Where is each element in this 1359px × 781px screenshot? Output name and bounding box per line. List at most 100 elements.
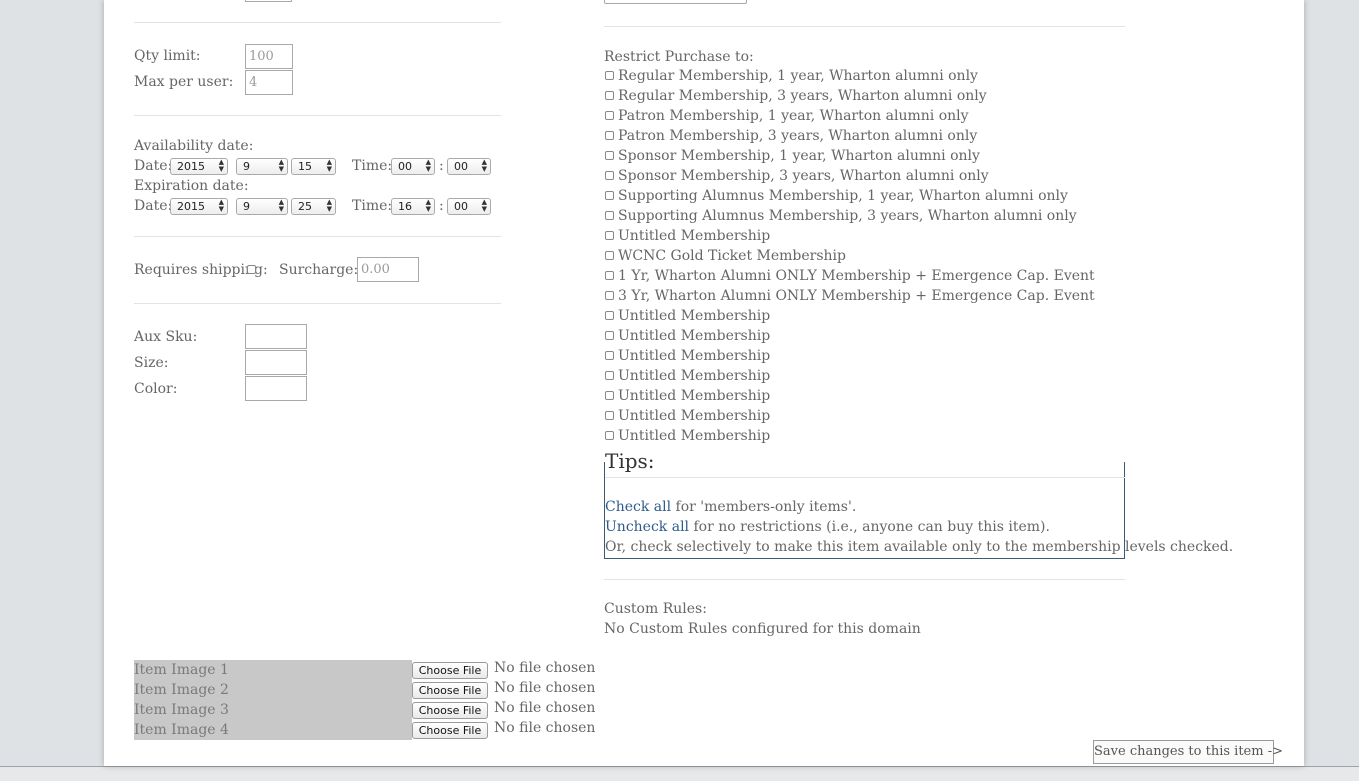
membership-option-label: Regular Membership, 1 year, Wharton alum…	[618, 68, 978, 84]
aux-sku-label: Aux Sku:	[134, 329, 198, 345]
check-all-link[interactable]: Check all	[605, 499, 671, 515]
color-input[interactable]	[245, 376, 307, 401]
availability-minute-select[interactable]: 00 ▲ ▼	[447, 158, 491, 175]
color-label: Color:	[134, 381, 178, 397]
availability-hour-select[interactable]: 00 ▲ ▼	[391, 158, 435, 175]
qty-limit-input[interactable]	[245, 44, 293, 69]
tips-title: Tips:	[605, 449, 659, 473]
membership-option-label: Sponsor Membership, 3 years, Wharton alu…	[618, 168, 989, 184]
file-status-4: No file chosen	[494, 720, 596, 736]
expiration-month-select[interactable]: 9 ▲ ▼	[236, 198, 288, 215]
membership-list: Regular Membership, 1 year, Wharton alum…	[604, 66, 1124, 446]
custom-rules-label: Custom Rules:	[604, 601, 707, 617]
size-input[interactable]	[245, 350, 307, 375]
membership-checkbox[interactable]	[605, 91, 614, 100]
divider	[134, 236, 501, 237]
divider	[604, 579, 1125, 580]
file-status-3: No file chosen	[494, 700, 596, 716]
membership-option-label: Supporting Alumnus Membership, 3 years, …	[618, 208, 1077, 224]
restrict-purchase-label: Restrict Purchase to:	[604, 49, 754, 65]
membership-checkbox[interactable]	[605, 331, 614, 340]
membership-checkbox[interactable]	[605, 351, 614, 360]
tips-selective-text: Or, check selectively to make this item …	[605, 539, 1234, 555]
item-image-4-label: Item Image 4	[134, 720, 412, 740]
membership-option-label: Untitled Membership	[618, 388, 771, 404]
availability-month-select[interactable]: 9 ▲ ▼	[236, 158, 288, 175]
membership-checkbox[interactable]	[605, 231, 614, 240]
membership-checkbox[interactable]	[605, 171, 614, 180]
membership-checkbox[interactable]	[605, 411, 614, 420]
membership-checkbox[interactable]	[605, 271, 614, 280]
membership-checkbox[interactable]	[605, 211, 614, 220]
membership-checkbox[interactable]	[605, 431, 614, 440]
uncheck-all-text: for no restrictions (i.e., anyone can bu…	[689, 519, 1050, 535]
aux-sku-input[interactable]	[245, 324, 307, 349]
choose-file-button-2[interactable]: Choose File	[412, 682, 488, 699]
membership-option-label: Sponsor Membership, 1 year, Wharton alum…	[618, 148, 980, 164]
membership-checkbox[interactable]	[605, 291, 614, 300]
membership-option-label: Untitled Membership	[618, 228, 771, 244]
membership-option-label: Untitled Membership	[618, 348, 771, 364]
availability-year-select[interactable]: 2015 ▲ ▼	[170, 158, 228, 175]
membership-option-label: Regular Membership, 3 years, Wharton alu…	[618, 88, 987, 104]
max-per-user-label: Max per user:	[134, 74, 234, 90]
check-all-text: for 'members-only items'.	[671, 499, 857, 515]
expiration-hour-select[interactable]: 16 ▲ ▼	[391, 198, 435, 215]
top-field-fragment[interactable]	[245, 0, 292, 2]
tips-divider	[605, 477, 1125, 478]
choose-file-button-4[interactable]: Choose File	[412, 722, 488, 739]
membership-checkbox[interactable]	[605, 251, 614, 260]
choose-file-button-3[interactable]: Choose File	[412, 702, 488, 719]
membership-option-label: Untitled Membership	[618, 428, 771, 444]
expiration-date-prefix: Date:	[134, 198, 173, 214]
membership-option-label: Patron Membership, 3 years, Wharton alum…	[618, 128, 978, 144]
availability-day-select[interactable]: 15 ▲ ▼	[291, 158, 336, 175]
time-separator: :	[439, 158, 444, 174]
item-image-1-label: Item Image 1	[134, 660, 412, 680]
time-separator: :	[439, 198, 444, 214]
membership-option-label: 3 Yr, Wharton Alumni ONLY Membership + E…	[618, 288, 1095, 304]
top-select-fragment[interactable]	[604, 0, 747, 4]
item-image-3-label: Item Image 3	[134, 700, 412, 720]
expiration-time-label: Time:	[352, 198, 393, 214]
membership-checkbox[interactable]	[605, 131, 614, 140]
page-background-footer	[0, 766, 1359, 781]
membership-option-label: WCNC Gold Ticket Membership	[618, 248, 846, 264]
tips-uncheck-all-line: Uncheck all for no restrictions (i.e., a…	[605, 517, 1050, 537]
expiration-minute-select[interactable]: 00 ▲ ▼	[447, 198, 491, 215]
membership-option-label: Untitled Membership	[618, 368, 771, 384]
qty-limit-label: Qty limit:	[134, 48, 201, 64]
membership-checkbox[interactable]	[605, 391, 614, 400]
surcharge-input[interactable]	[357, 257, 419, 282]
membership-checkbox[interactable]	[605, 311, 614, 320]
membership-checkbox[interactable]	[605, 71, 614, 80]
membership-checkbox[interactable]	[605, 151, 614, 160]
membership-option-label: Supporting Alumnus Membership, 1 year, W…	[618, 188, 1068, 204]
expiration-date-label: Expiration date:	[134, 178, 249, 194]
expiration-year-select[interactable]: 2015 ▲ ▼	[170, 198, 228, 215]
divider	[604, 26, 1125, 27]
requires-shipping-checkbox[interactable]	[247, 265, 256, 274]
membership-checkbox[interactable]	[605, 111, 614, 120]
file-status-1: No file chosen	[494, 660, 596, 676]
file-status-2: No file chosen	[494, 680, 596, 696]
edit-item-panel: Qty limit: Max per user: Availability da…	[104, 0, 1304, 766]
membership-checkbox[interactable]	[605, 191, 614, 200]
divider	[134, 303, 501, 304]
max-per-user-input[interactable]	[245, 70, 293, 95]
uncheck-all-link[interactable]: Uncheck all	[605, 519, 689, 535]
custom-rules-value: No Custom Rules configured for this doma…	[604, 621, 921, 637]
divider	[134, 22, 501, 23]
choose-file-button-1[interactable]: Choose File	[412, 662, 488, 679]
expiration-day-select[interactable]: 25 ▲ ▼	[291, 198, 336, 215]
membership-option-label: 1 Yr, Wharton Alumni ONLY Membership + E…	[618, 268, 1095, 284]
membership-checkbox[interactable]	[605, 371, 614, 380]
membership-option-label: Patron Membership, 1 year, Wharton alumn…	[618, 108, 969, 124]
availability-date-label: Availability date:	[134, 138, 254, 154]
membership-option-label: Untitled Membership	[618, 308, 771, 324]
save-changes-button[interactable]: Save changes to this item ->	[1093, 740, 1283, 764]
item-image-2-label: Item Image 2	[134, 680, 412, 700]
divider	[134, 115, 501, 116]
availability-time-label: Time:	[352, 158, 393, 174]
availability-date-prefix: Date:	[134, 158, 173, 174]
